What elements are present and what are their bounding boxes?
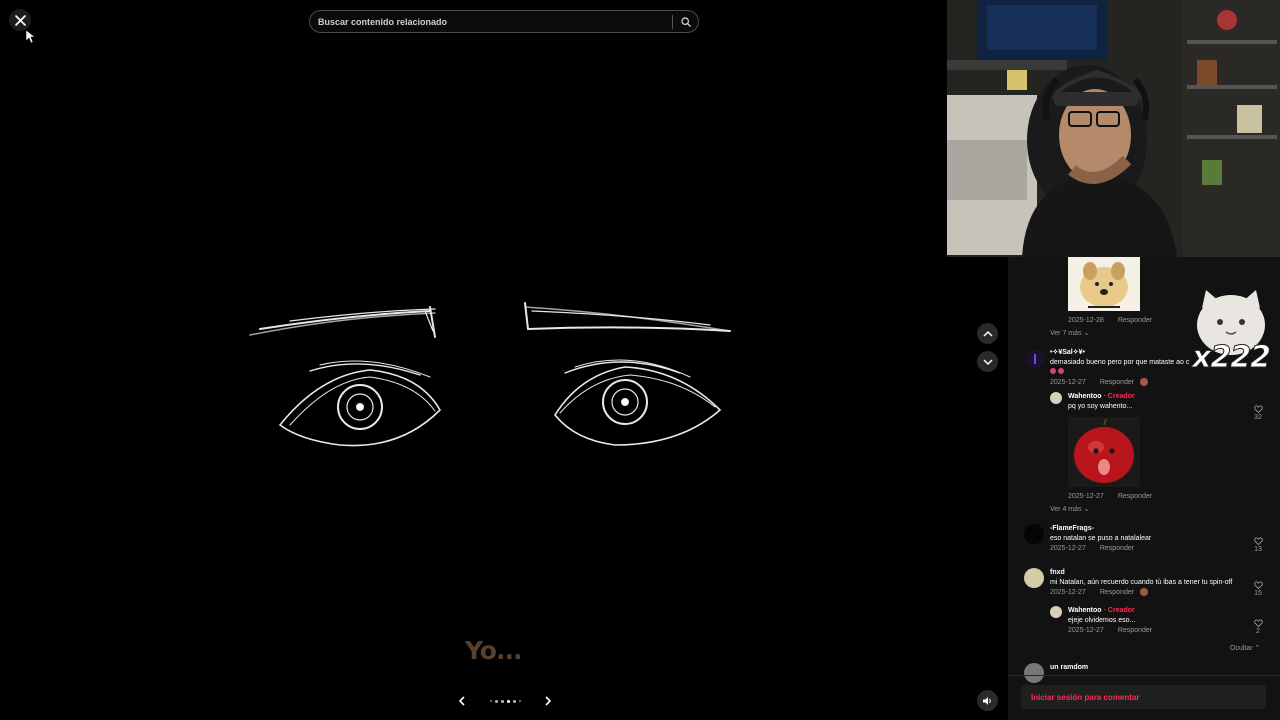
creator-liked-avatar (1140, 378, 1149, 387)
pager-dots (489, 699, 521, 703)
reply-button[interactable]: Responder (1118, 317, 1152, 324)
webcam-scene-image (947, 0, 1280, 257)
view-more-label: Ver 4 más (1050, 506, 1082, 513)
search-button[interactable] (673, 11, 698, 32)
login-to-comment-label: Iniciar sesión para comentar (1031, 692, 1140, 702)
image-pager (455, 692, 555, 710)
streamer-webcam-overlay (947, 0, 1280, 257)
comment-text: mi Natalan, aún recuerdo cuando tú ibas … (1050, 579, 1233, 586)
comment-date: 2025-12-27 (1068, 493, 1104, 500)
close-button[interactable] (9, 9, 31, 31)
apple-sticker-image (1068, 417, 1140, 487)
pager-dot[interactable] (500, 699, 504, 703)
heart-icon (1253, 619, 1263, 627)
comment-date: 2025-12-27 (1050, 589, 1086, 596)
like-count: 2 (1256, 628, 1260, 635)
chevron-up-icon (982, 330, 993, 337)
comment-username[interactable]: fnxd (1050, 568, 1250, 578)
panel-divider (1008, 675, 1280, 676)
reply-item: Wahentoo · Creador pq yo soy wahento... (1068, 392, 1248, 412)
avatar[interactable] (1024, 524, 1044, 544)
reply-text: ejeje olvidemos eso... (1068, 617, 1136, 624)
comment-text: eso natalan se puso a natalalear (1050, 535, 1152, 542)
previous-image-button[interactable] (455, 694, 469, 708)
comment-meta: 2025-12-27 Responder (1050, 544, 1240, 554)
comment-meta: 2025-12-28 Responder (1068, 316, 1166, 326)
creator-liked-avatar (1140, 588, 1149, 597)
search-input[interactable] (310, 11, 672, 32)
creator-badge: · Creador (1103, 607, 1135, 614)
pager-dot[interactable] (518, 700, 521, 702)
comment-meta: 2025-12-27 Responder (1068, 626, 1248, 636)
like-count: 15 (1254, 590, 1262, 597)
close-icon (14, 14, 26, 26)
next-video-button[interactable] (977, 351, 998, 372)
like-button[interactable]: 13 (1251, 537, 1265, 553)
speaker-icon (983, 696, 991, 705)
cat-sticker-overlay: x222 (1192, 290, 1272, 380)
previous-video-button[interactable] (977, 323, 998, 344)
avatar[interactable] (1024, 663, 1044, 683)
comment-username[interactable]: un ramdom (1050, 663, 1088, 673)
comment-meta: 2025-12-27 Responder (1068, 492, 1166, 502)
avatar[interactable] (1024, 568, 1044, 588)
volume-button[interactable] (977, 690, 998, 711)
comment-item: un ramdom (1050, 663, 1088, 673)
hide-label: Ocultar (1230, 645, 1253, 652)
video-stage[interactable]: Yo... (0, 0, 1008, 720)
hide-replies-button[interactable]: Ocultar ⌃ (1230, 644, 1260, 652)
mouse-cursor-icon (26, 30, 36, 44)
comment-meta: 2025-12-27 Responder (1050, 588, 1250, 598)
next-image-button[interactable] (541, 694, 555, 708)
pager-dot[interactable] (494, 699, 498, 703)
like-button[interactable]: 15 (1251, 581, 1265, 597)
heart-icon (1253, 405, 1263, 413)
pager-dot[interactable] (489, 700, 492, 702)
emoji-icon (1050, 368, 1056, 374)
comment-date: 2025-12-27 (1050, 379, 1086, 386)
comment-date: 2025-12-28 (1068, 317, 1104, 324)
reply-button[interactable]: Responder (1100, 545, 1134, 552)
reply-username[interactable]: Wahentoo (1068, 607, 1102, 614)
comment-item: fnxd mi Natalan, aún recuerdo cuando tú … (1050, 568, 1250, 598)
sticker-overlay-text: x222 (1192, 340, 1272, 376)
view-more-label: Ver 7 más (1050, 330, 1082, 337)
comment-username[interactable]: -FlameFrags- (1050, 524, 1240, 534)
avatar-image (1034, 354, 1036, 364)
emoji-icon (1057, 368, 1064, 374)
comment-item: -FlameFrags- eso natalan se puso a natal… (1050, 524, 1240, 554)
pager-dot-active[interactable] (506, 699, 510, 703)
pager-dot[interactable] (512, 699, 516, 703)
heart-icon (1253, 537, 1263, 545)
heart-icon (1253, 581, 1263, 589)
reply-username[interactable]: Wahentoo (1068, 393, 1102, 400)
avatar[interactable] (1050, 392, 1062, 404)
search-bar (309, 10, 699, 33)
login-to-comment-button[interactable]: Iniciar sesión para comentar (1021, 685, 1266, 709)
like-button[interactable]: 32 (1251, 405, 1265, 421)
chevron-left-icon (458, 696, 465, 706)
comment-date: 2025-12-27 (1068, 627, 1104, 634)
reply-item: Wahentoo · Creador ejeje olvidemos eso..… (1068, 606, 1248, 636)
like-count: 13 (1254, 546, 1262, 553)
avatar[interactable] (1050, 606, 1062, 618)
video-caption: Yo... (465, 636, 522, 665)
view-more-replies-button[interactable]: Ver 7 más ⌄ (1050, 329, 1089, 337)
reply-button[interactable]: Responder (1100, 589, 1134, 596)
reply-button[interactable]: Responder (1118, 627, 1152, 634)
search-icon (680, 16, 691, 27)
like-count: 32 (1254, 414, 1262, 421)
comment-date: 2025-12-27 (1050, 545, 1086, 552)
like-button[interactable]: 2 (1251, 619, 1265, 635)
avatar[interactable] (1026, 350, 1044, 368)
reply-text: pq yo soy wahento... (1068, 403, 1133, 410)
chevron-down-icon (982, 358, 993, 365)
creator-badge: · Creador (1103, 393, 1135, 400)
chevron-right-icon (545, 696, 552, 706)
view-more-replies-button[interactable]: Ver 4 más ⌄ (1050, 505, 1089, 513)
reply-button[interactable]: Responder (1118, 493, 1152, 500)
reply-button[interactable]: Responder (1100, 379, 1134, 386)
dog-sticker-image (1068, 257, 1140, 311)
sketched-eyes-illustration (249, 302, 731, 447)
